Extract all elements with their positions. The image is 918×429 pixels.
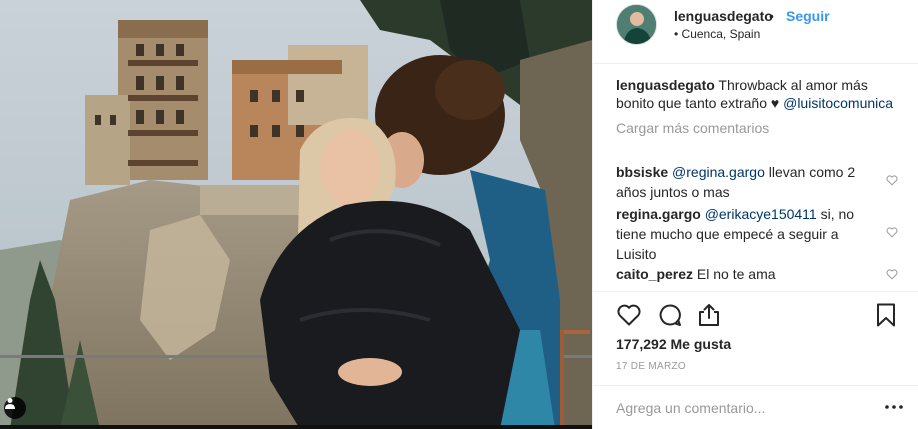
post-location[interactable]: • Cuenca, Spain [674, 27, 760, 41]
actions-divider [593, 291, 918, 292]
comment-item: regina.gargo @erikacye150411 si, no tien… [616, 204, 878, 264]
caption-username[interactable]: lenguasdegato [616, 77, 715, 93]
speech-bubble-icon[interactable] [656, 301, 684, 329]
author-username[interactable]: lenguasdegato [674, 8, 773, 24]
user-tag-glyph [5, 398, 15, 409]
comment-username[interactable]: regina.gargo [616, 206, 701, 222]
photo-illustration [0, 0, 592, 429]
load-more-comments-button[interactable]: Cargar más comentarios [616, 120, 906, 136]
bookmark-icon[interactable] [872, 301, 900, 329]
comment-mention[interactable]: @erikacye150411 [705, 206, 817, 222]
add-comment-bar [593, 385, 918, 429]
comment-username[interactable]: bbsiske [616, 164, 668, 180]
follow-button[interactable]: Seguir [786, 8, 830, 24]
comment-item: bbsiske @regina.gargo llevan como 2 años… [616, 162, 878, 202]
post-photo[interactable] [0, 0, 592, 429]
caption-mention[interactable]: @luisitocomunica [783, 95, 893, 111]
avatar-image [617, 5, 656, 44]
likes-count[interactable]: 177,292 Me gusta [616, 336, 731, 352]
user-tag-icon[interactable] [4, 397, 26, 419]
instagram-post: lenguasdegato • Seguir • Cuenca, Spain l… [0, 0, 918, 429]
post-side-panel: lenguasdegato • Seguir • Cuenca, Spain l… [592, 0, 918, 429]
post-caption: lenguasdegato Throwback al amor más boni… [616, 76, 906, 112]
more-options-icon[interactable] [883, 400, 905, 414]
share-upload-icon[interactable] [695, 301, 723, 329]
caption-block: lenguasdegato Throwback al amor más boni… [616, 76, 906, 136]
comment-username[interactable]: caito_perez [616, 266, 693, 282]
comment-like-heart-icon[interactable] [886, 268, 898, 280]
heart-outline-icon[interactable] [615, 301, 643, 329]
header-separator: • [769, 8, 774, 24]
comment-like-heart-icon[interactable] [886, 174, 898, 186]
comment-like-heart-icon[interactable] [886, 226, 898, 238]
post-header: lenguasdegato • Seguir • Cuenca, Spain [593, 0, 918, 64]
comment-text: El no te ama [693, 266, 776, 282]
author-avatar[interactable] [616, 4, 657, 45]
ellipsis-glyph [885, 405, 903, 409]
comment-item: caito_perez El no te ama [616, 264, 878, 284]
comment-mention[interactable]: @regina.gargo [672, 164, 765, 180]
comment-input[interactable] [616, 398, 866, 418]
post-date[interactable]: 17 DE MARZO [616, 361, 686, 372]
photo-bottom-edge [0, 425, 592, 429]
